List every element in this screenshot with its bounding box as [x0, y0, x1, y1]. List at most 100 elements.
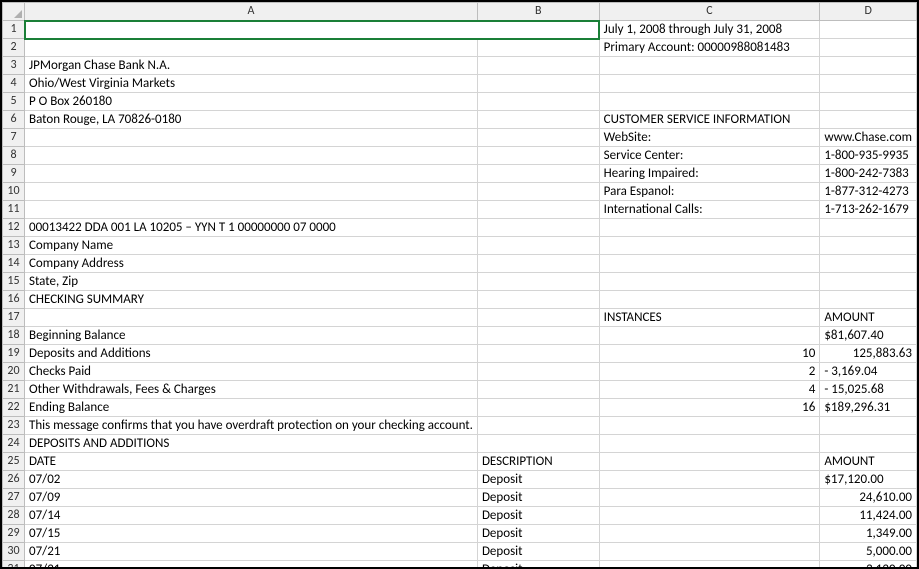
cell-c9[interactable]: Hearing Impaired: [599, 165, 820, 183]
col-header-d[interactable]: D [820, 3, 917, 21]
row-header-22[interactable]: 22 [3, 399, 25, 417]
cell-d8[interactable]: 1-800-935-9935 [820, 147, 917, 165]
cell-c23[interactable] [599, 417, 820, 435]
cell-d22[interactable]: $189,296.31 [820, 399, 917, 417]
cell-a24[interactable]: DEPOSITS AND ADDITIONS [25, 435, 478, 453]
cell-c24[interactable] [599, 435, 820, 453]
cell-d14[interactable] [820, 255, 917, 273]
row-header-17[interactable]: 17 [3, 309, 25, 327]
cell-c26[interactable] [599, 471, 820, 489]
row-header-18[interactable]: 18 [3, 327, 25, 345]
row-header-10[interactable]: 10 [3, 183, 25, 201]
cell-a19[interactable]: Deposits and Additions [25, 345, 478, 363]
cell-a16[interactable]: CHECKING SUMMARY [25, 291, 478, 309]
cell-d1[interactable] [820, 21, 917, 39]
cell-a11[interactable] [25, 201, 478, 219]
cell-a30[interactable]: 07/21 [25, 543, 478, 561]
cell-d7[interactable]: www.Chase.com [820, 129, 917, 147]
row-header-3[interactable]: 3 [3, 57, 25, 75]
cell-a1-b1-selected[interactable] [25, 21, 600, 39]
cell-a6[interactable]: Baton Rouge, LA 70826-0180 [25, 111, 478, 129]
cell-c5[interactable] [599, 93, 820, 111]
cell-a22[interactable]: Ending Balance [25, 399, 478, 417]
cell-d11[interactable]: 1-713-262-1679 [820, 201, 917, 219]
cell-a9[interactable] [25, 165, 478, 183]
cell-b25[interactable]: DESCRIPTION [477, 453, 599, 471]
cell-b11[interactable] [477, 201, 599, 219]
cell-b8[interactable] [477, 147, 599, 165]
cell-d2[interactable] [820, 39, 917, 57]
cell-d4[interactable] [820, 75, 917, 93]
cell-a17[interactable] [25, 309, 478, 327]
cell-c30[interactable] [599, 543, 820, 561]
cell-a25[interactable]: DATE [25, 453, 478, 471]
cell-b7[interactable] [477, 129, 599, 147]
cell-b4[interactable] [477, 75, 599, 93]
cell-d19[interactable]: 125,883.63 [820, 345, 917, 363]
cell-c31[interactable] [599, 561, 820, 569]
cell-d17[interactable]: AMOUNT [820, 309, 917, 327]
cell-d30[interactable]: 5,000.00 [820, 543, 917, 561]
row-header-29[interactable]: 29 [3, 525, 25, 543]
cell-c10[interactable]: Para Espanol: [599, 183, 820, 201]
cell-d16[interactable] [820, 291, 917, 309]
cell-c17[interactable]: INSTANCES [599, 309, 820, 327]
cell-a8[interactable] [25, 147, 478, 165]
cell-b3[interactable] [477, 57, 599, 75]
cell-b10[interactable] [477, 183, 599, 201]
row-header-11[interactable]: 11 [3, 201, 25, 219]
cell-b22[interactable] [477, 399, 599, 417]
cell-b29[interactable]: Deposit [477, 525, 599, 543]
cell-b27[interactable]: Deposit [477, 489, 599, 507]
cell-c6[interactable]: CUSTOMER SERVICE INFORMATION [599, 111, 820, 129]
cell-c22[interactable]: 16 [599, 399, 820, 417]
row-header-4[interactable]: 4 [3, 75, 25, 93]
cell-b14[interactable] [477, 255, 599, 273]
cell-d12[interactable] [820, 219, 917, 237]
cell-b9[interactable] [477, 165, 599, 183]
col-header-c[interactable]: C [599, 3, 820, 21]
cell-c14[interactable] [599, 255, 820, 273]
cell-d28[interactable]: 11,424.00 [820, 507, 917, 525]
row-header-23[interactable]: 23 [3, 417, 25, 435]
cell-c27[interactable] [599, 489, 820, 507]
cell-d3[interactable] [820, 57, 917, 75]
cell-c8[interactable]: Service Center: [599, 147, 820, 165]
cell-d23[interactable] [820, 417, 917, 435]
cell-d10[interactable]: 1-877-312-4273 [820, 183, 917, 201]
cell-a10[interactable] [25, 183, 478, 201]
cell-c18[interactable] [599, 327, 820, 345]
row-header-12[interactable]: 12 [3, 219, 25, 237]
cell-c12[interactable] [599, 219, 820, 237]
row-header-27[interactable]: 27 [3, 489, 25, 507]
cell-c28[interactable] [599, 507, 820, 525]
cell-a15[interactable]: State, Zip [25, 273, 478, 291]
cell-d31[interactable]: 3,120.00 [820, 561, 917, 569]
cell-a18[interactable]: Beginning Balance [25, 327, 478, 345]
cell-c29[interactable] [599, 525, 820, 543]
cell-a20[interactable]: Checks Paid [25, 363, 478, 381]
row-header-6[interactable]: 6 [3, 111, 25, 129]
row-header-20[interactable]: 20 [3, 363, 25, 381]
cell-a23[interactable]: This message confirms that you have over… [25, 417, 478, 435]
cell-c3[interactable] [599, 57, 820, 75]
cell-c2[interactable]: Primary Account: 00000988081483 [599, 39, 820, 57]
cell-d20[interactable]: - 3,169.04 [820, 363, 917, 381]
cell-a7[interactable] [25, 129, 478, 147]
cell-b6[interactable] [477, 111, 599, 129]
cell-a13[interactable]: Company Name [25, 237, 478, 255]
cell-b23[interactable] [477, 417, 599, 435]
cell-a12[interactable]: 00013422 DDA 001 LA 10205 – YYN T 1 0000… [25, 219, 478, 237]
cell-d5[interactable] [820, 93, 917, 111]
cell-b16[interactable] [477, 291, 599, 309]
row-header-25[interactable]: 25 [3, 453, 25, 471]
cell-a5[interactable]: P O Box 260180 [25, 93, 478, 111]
cell-d29[interactable]: 1,349.00 [820, 525, 917, 543]
cell-b2[interactable] [477, 39, 599, 57]
select-all-corner[interactable] [3, 3, 25, 21]
cell-a14[interactable]: Company Address [25, 255, 478, 273]
cell-d18[interactable]: $81,607.40 [820, 327, 917, 345]
row-header-14[interactable]: 14 [3, 255, 25, 273]
row-header-2[interactable]: 2 [3, 39, 25, 57]
cell-b5[interactable] [477, 93, 599, 111]
